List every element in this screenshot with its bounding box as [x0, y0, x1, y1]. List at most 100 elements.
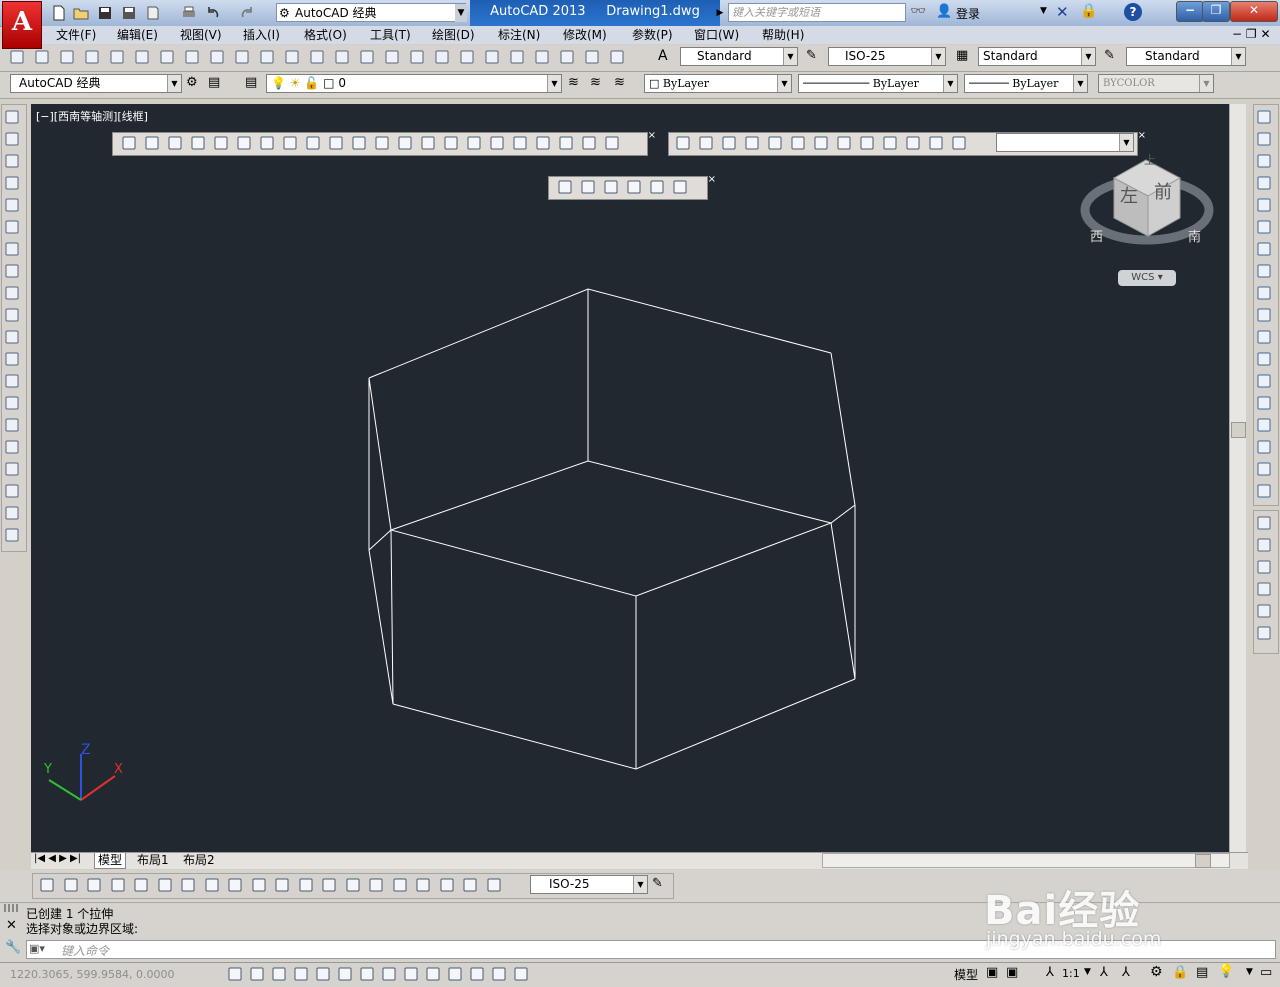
- color-dropdown[interactable]: □ ByLayer ▼: [644, 74, 792, 93]
- maximize-button[interactable]: ❐: [1202, 1, 1230, 22]
- menu-format[interactable]: 格式(O): [304, 27, 347, 43]
- layer-properties-icon[interactable]: ▤: [245, 75, 257, 90]
- toolbar-lock-icon[interactable]: 🔒: [1172, 965, 1188, 980]
- line-icon[interactable]: [3, 108, 21, 126]
- block-editor-icon[interactable]: [283, 48, 301, 66]
- transparency-icon[interactable]: [468, 965, 486, 983]
- linetype-dropdown[interactable]: ────────── ByLayer ▼: [798, 74, 958, 93]
- arc-length-dim-icon[interactable]: [85, 876, 103, 894]
- send-to-back-icon[interactable]: [1255, 536, 1273, 554]
- plot-preview-icon[interactable]: [108, 48, 126, 66]
- cut-icon[interactable]: [183, 48, 201, 66]
- object-snap-icon[interactable]: [336, 965, 354, 983]
- nw-iso-icon[interactable]: [904, 134, 922, 152]
- quick-view-drawings-icon[interactable]: ▣: [1006, 965, 1018, 980]
- front-view-icon[interactable]: [789, 134, 807, 152]
- planar-surface-icon[interactable]: [327, 134, 345, 152]
- wcs-menu[interactable]: WCS ▾: [1118, 270, 1176, 286]
- dim-text-edit-icon[interactable]: [461, 876, 479, 894]
- chamfer-icon[interactable]: [1255, 416, 1273, 434]
- ellipse-arc-icon[interactable]: [3, 328, 21, 346]
- break-at-point-icon[interactable]: [1255, 350, 1273, 368]
- close-icon[interactable]: ×: [1138, 130, 1146, 141]
- workspace-toolbar-dropdown[interactable]: AutoCAD 经典 ▼: [10, 74, 182, 93]
- jogged-linear-icon[interactable]: [414, 876, 432, 894]
- dim-edit-icon[interactable]: [438, 876, 456, 894]
- rectangle-icon[interactable]: [3, 196, 21, 214]
- save-as-icon[interactable]: [120, 4, 140, 24]
- cone-icon[interactable]: [189, 134, 207, 152]
- polyline-icon[interactable]: [3, 152, 21, 170]
- 2d-wireframe-icon[interactable]: [556, 178, 574, 196]
- trim-icon[interactable]: [1255, 306, 1273, 324]
- binoculars-icon[interactable]: 👓: [910, 4, 926, 19]
- dim-style-icon[interactable]: ✎: [806, 48, 817, 63]
- helix-icon[interactable]: [304, 134, 322, 152]
- save-icon[interactable]: [96, 4, 116, 24]
- circle-icon[interactable]: [3, 240, 21, 258]
- save-icon[interactable]: [58, 48, 76, 66]
- copy-object-icon[interactable]: [1255, 130, 1273, 148]
- sheet-set-icon[interactable]: [533, 48, 551, 66]
- properties-icon[interactable]: [458, 48, 476, 66]
- horizontal-scrollbar[interactable]: [822, 853, 1230, 868]
- 3d-hidden-icon[interactable]: [602, 178, 620, 196]
- tab-layout2[interactable]: 布局2: [180, 853, 218, 868]
- sw-iso-icon[interactable]: [835, 134, 853, 152]
- autoscale-icon[interactable]: ⅄: [1122, 965, 1130, 980]
- 3d-print-icon[interactable]: [158, 48, 176, 66]
- menu-parameter[interactable]: 参数(P): [632, 27, 673, 43]
- coordinates-readout[interactable]: 1220.3065, 599.9584, 0.0000: [10, 968, 174, 981]
- 3d-object-snap-icon[interactable]: [358, 965, 376, 983]
- close-icon[interactable]: ×: [648, 130, 656, 141]
- zoom-extents-icon[interactable]: [950, 134, 968, 152]
- hardware-acceleration-icon[interactable]: ▤: [1196, 965, 1208, 980]
- zoom-window-icon[interactable]: [408, 48, 426, 66]
- layer-dropdown[interactable]: 💡 ☀ 🔓 □ 0 ▼: [266, 74, 562, 93]
- polygon-icon[interactable]: [3, 174, 21, 192]
- jogged-dim-icon[interactable]: [156, 876, 174, 894]
- title-expand-arrow[interactable]: ▶: [714, 4, 726, 22]
- compass-south-label[interactable]: 南: [1188, 226, 1201, 245]
- menu-view[interactable]: 视图(V): [180, 27, 222, 43]
- publish-icon[interactable]: [144, 4, 164, 24]
- 3d-move-icon[interactable]: [534, 134, 552, 152]
- spline-icon[interactable]: [3, 284, 21, 302]
- break-icon[interactable]: [1255, 372, 1273, 390]
- status-menu-arrow-icon[interactable]: ▼: [1246, 967, 1253, 977]
- viewcube-front-label[interactable]: 前: [1154, 178, 1172, 204]
- center-mark-icon[interactable]: [367, 876, 385, 894]
- menu-window[interactable]: 窗口(W): [694, 27, 739, 43]
- exchange-icon[interactable]: ✕: [1056, 3, 1069, 21]
- table-style-dropdown[interactable]: Standard ▼: [978, 47, 1096, 66]
- move-icon[interactable]: [1255, 218, 1273, 236]
- close-button[interactable]: ✕: [1230, 1, 1278, 22]
- rotate-icon[interactable]: [1255, 240, 1273, 258]
- region-icon[interactable]: [3, 460, 21, 478]
- dimension-style-dropdown[interactable]: ISO-25 ▼: [530, 875, 648, 894]
- undo-icon[interactable]: [308, 48, 326, 66]
- tab-layout1[interactable]: 布局1: [134, 853, 172, 868]
- send-under-icon[interactable]: [1255, 580, 1273, 598]
- construction-line-icon[interactable]: [3, 130, 21, 148]
- zoom-realtime-icon[interactable]: [383, 48, 401, 66]
- left-view-icon[interactable]: [743, 134, 761, 152]
- snap-mode-icon[interactable]: [248, 965, 266, 983]
- point-icon[interactable]: [3, 394, 21, 412]
- camera-icon[interactable]: [927, 134, 945, 152]
- subtract-icon[interactable]: [488, 134, 506, 152]
- gradient-icon[interactable]: [3, 438, 21, 456]
- hatch-icon[interactable]: [3, 416, 21, 434]
- text-to-front-icon[interactable]: [1255, 602, 1273, 620]
- polysolid-icon[interactable]: [120, 134, 138, 152]
- workspace-save-icon[interactable]: ▤: [208, 75, 220, 90]
- radius-dim-icon[interactable]: [132, 876, 150, 894]
- pan-icon[interactable]: [358, 48, 376, 66]
- loft-icon[interactable]: [442, 134, 460, 152]
- vertical-scroll-thumb[interactable]: [1231, 422, 1246, 438]
- show-lineweight-icon[interactable]: [446, 965, 464, 983]
- multiline-text-icon[interactable]: [3, 504, 21, 522]
- login-link[interactable]: 登录: [956, 5, 980, 22]
- annotation-scale-value[interactable]: 1:1: [1062, 967, 1080, 980]
- redo-icon[interactable]: [238, 4, 258, 24]
